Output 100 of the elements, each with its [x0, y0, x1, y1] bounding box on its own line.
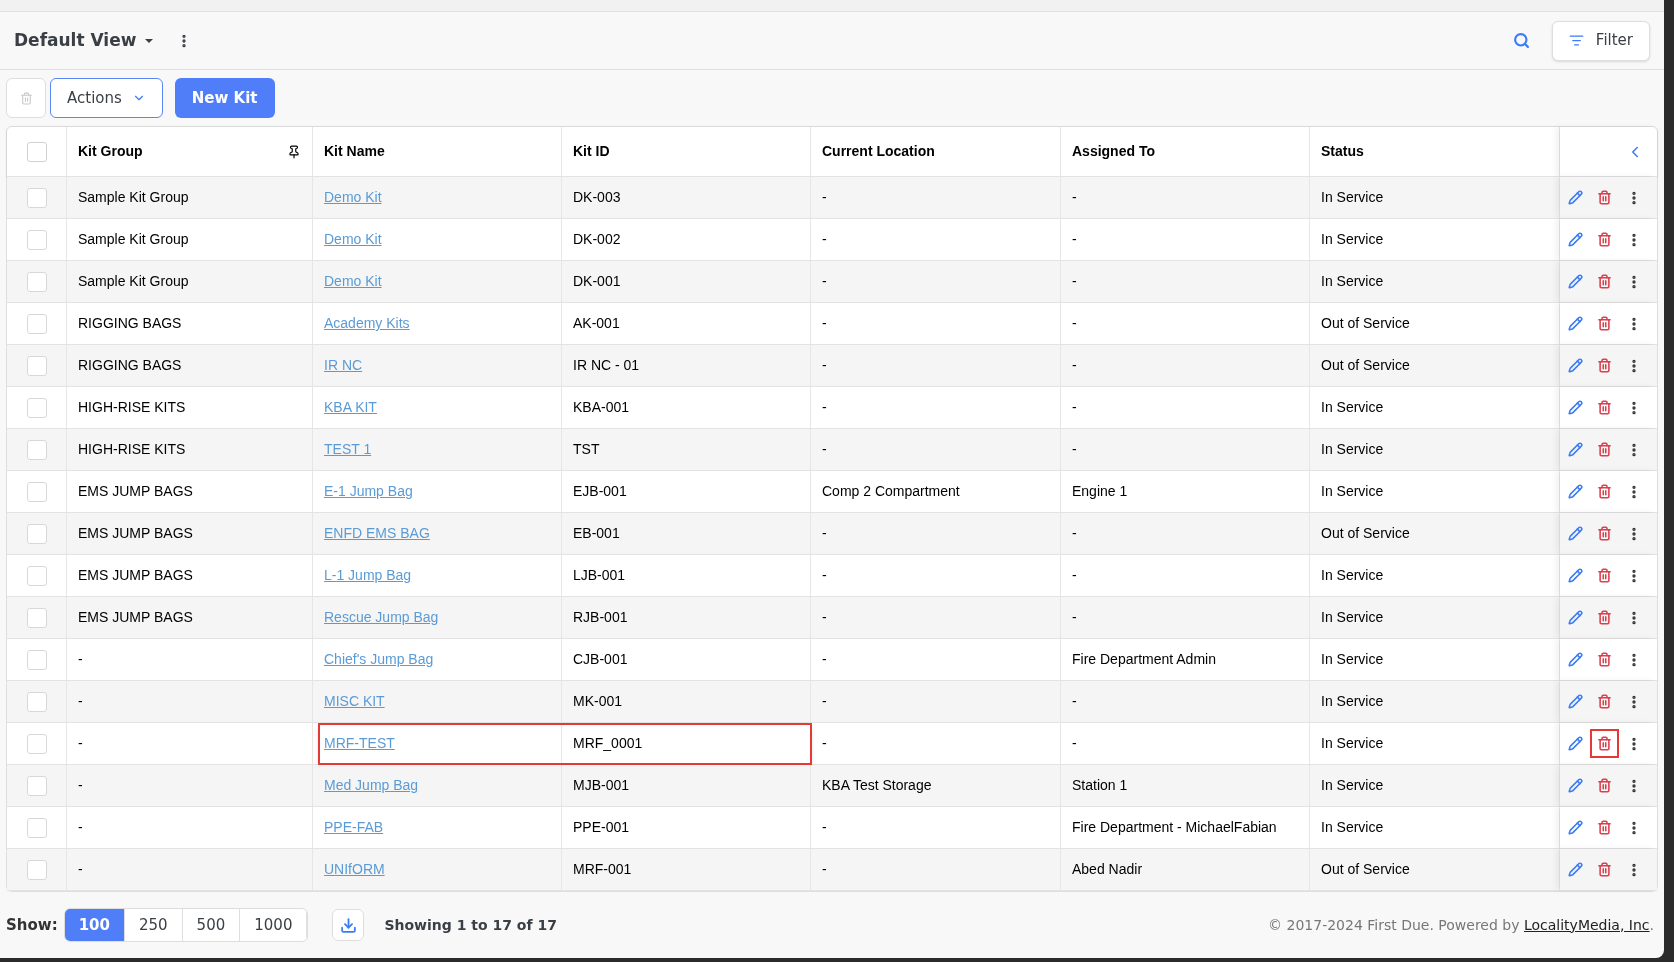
row-checkbox[interactable] — [26, 439, 47, 460]
delete-icon[interactable] — [1597, 190, 1612, 205]
delete-icon[interactable] — [1597, 736, 1612, 751]
page-size-option[interactable]: 500 — [182, 909, 241, 941]
row-checkbox[interactable] — [26, 649, 47, 670]
table-cell-text: - — [822, 398, 827, 417]
row-checkbox[interactable] — [26, 523, 47, 544]
table-cell-text: - — [78, 650, 83, 669]
delete-icon[interactable] — [1597, 400, 1612, 415]
delete-icon[interactable] — [1597, 652, 1612, 667]
page-size-option[interactable]: 250 — [124, 909, 183, 941]
download-button[interactable] — [332, 909, 365, 941]
filter-button[interactable]: Filter — [1551, 20, 1650, 61]
kit-name-link[interactable]: L-1 Jump Bag — [324, 565, 412, 586]
row-checkbox[interactable] — [26, 733, 47, 754]
edit-icon[interactable] — [1568, 316, 1583, 331]
delete-icon[interactable] — [1597, 526, 1612, 541]
edit-icon[interactable] — [1568, 652, 1583, 667]
delete-icon[interactable] — [1597, 232, 1612, 247]
delete-icon[interactable] — [1597, 820, 1612, 835]
kit-name-link[interactable]: ENFD EMS BAG — [324, 523, 430, 544]
table-cell-text: - — [822, 272, 827, 291]
kit-name-link[interactable]: PPE-FAB — [324, 817, 384, 838]
pin-icon[interactable] — [287, 144, 301, 159]
delete-icon[interactable] — [1597, 610, 1612, 625]
kit-name-link[interactable]: Chief's Jump Bag — [324, 649, 434, 670]
delete-icon[interactable] — [1597, 694, 1612, 709]
kit-name-link[interactable]: Demo Kit — [324, 229, 382, 250]
table-cell-text: - — [1072, 314, 1077, 333]
row-checkbox[interactable] — [26, 271, 47, 292]
edit-icon[interactable] — [1568, 358, 1583, 373]
table-cell-text: EB-001 — [573, 524, 620, 543]
kit-name-link[interactable]: MISC KIT — [324, 691, 385, 712]
company-link[interactable]: LocalityMedia, Inc — [1523, 916, 1650, 933]
row-checkbox[interactable] — [26, 313, 47, 334]
kit-name-link[interactable]: Med Jump Bag — [324, 775, 419, 796]
delete-icon[interactable] — [1597, 568, 1612, 583]
kit-name-link[interactable]: KBA KIT — [324, 397, 377, 418]
kit-name-link[interactable]: Demo Kit — [324, 271, 382, 292]
edit-icon[interactable] — [1568, 820, 1583, 835]
table-cell-text: - — [1072, 566, 1077, 585]
table-cell-text: - — [822, 356, 827, 375]
column-header[interactable]: Assigned To — [1072, 141, 1155, 162]
edit-icon[interactable] — [1568, 232, 1583, 247]
delete-icon[interactable] — [1597, 358, 1612, 373]
edit-icon[interactable] — [1568, 526, 1583, 541]
select-all-checkbox[interactable] — [26, 141, 47, 162]
table-cell-text: PPE-001 — [573, 818, 630, 837]
row-checkbox[interactable] — [26, 565, 47, 586]
column-header[interactable]: Kit ID — [573, 141, 610, 162]
edit-icon[interactable] — [1568, 610, 1583, 625]
kit-name-link[interactable]: Rescue Jump Bag — [324, 607, 439, 628]
caret-icon[interactable] — [144, 37, 155, 44]
row-checkbox[interactable] — [26, 397, 47, 418]
page-size-option[interactable]: 100 — [64, 909, 125, 941]
page-size-option[interactable]: 1000 — [240, 909, 308, 941]
delete-icon[interactable] — [1597, 316, 1612, 331]
row-checkbox[interactable] — [26, 229, 47, 250]
edit-icon[interactable] — [1568, 568, 1583, 583]
row-checkbox[interactable] — [26, 691, 47, 712]
delete-icon[interactable] — [1597, 862, 1612, 877]
kit-name-link[interactable]: Demo Kit — [324, 187, 382, 208]
kit-name-link[interactable]: TEST 1 — [324, 439, 372, 460]
row-checkbox[interactable] — [26, 859, 47, 880]
table-cell-text: - — [78, 860, 83, 879]
edit-icon[interactable] — [1568, 694, 1583, 709]
edit-icon[interactable] — [1568, 484, 1583, 499]
row-checkbox[interactable] — [26, 355, 47, 376]
delete-icon[interactable] — [1597, 484, 1612, 499]
edit-icon[interactable] — [1568, 274, 1583, 289]
delete-icon[interactable] — [1597, 274, 1612, 289]
edit-icon[interactable] — [1568, 862, 1583, 877]
row-checkbox[interactable] — [26, 481, 47, 502]
kit-name-link[interactable]: IR NC — [324, 355, 363, 376]
row-checkbox[interactable] — [26, 607, 47, 628]
kit-name-link[interactable]: E-1 Jump Bag — [324, 481, 413, 502]
table-cell-text: - — [1072, 524, 1077, 543]
kit-name-link[interactable]: UNIfORM — [324, 859, 385, 880]
delete-icon[interactable] — [1597, 442, 1612, 457]
edit-icon[interactable] — [1568, 778, 1583, 793]
edit-icon[interactable] — [1568, 736, 1583, 751]
actions-button[interactable]: Actions — [50, 78, 163, 118]
row-checkbox[interactable] — [26, 187, 47, 208]
row-checkbox[interactable] — [26, 775, 47, 796]
new-kit-button[interactable]: New Kit — [174, 78, 275, 118]
delete-icon[interactable] — [1597, 778, 1612, 793]
row-checkbox[interactable] — [26, 817, 47, 838]
column-header[interactable]: Kit Group — [78, 141, 143, 162]
showing-count: Showing 1 to 17 of 17 — [384, 915, 557, 935]
search-icon[interactable] — [1512, 32, 1530, 49]
column-header[interactable]: Kit Name — [324, 141, 385, 162]
column-header[interactable]: Status — [1321, 141, 1364, 162]
edit-icon[interactable] — [1568, 442, 1583, 457]
kit-name-link[interactable]: Academy Kits — [324, 313, 410, 334]
view-title[interactable]: Default View — [14, 27, 137, 54]
table-cell-text: RJB-001 — [573, 608, 628, 627]
edit-icon[interactable] — [1568, 400, 1583, 415]
edit-icon[interactable] — [1568, 190, 1583, 205]
kit-name-link[interactable]: MRF-TEST — [324, 733, 395, 754]
column-header[interactable]: Current Location — [822, 141, 935, 162]
